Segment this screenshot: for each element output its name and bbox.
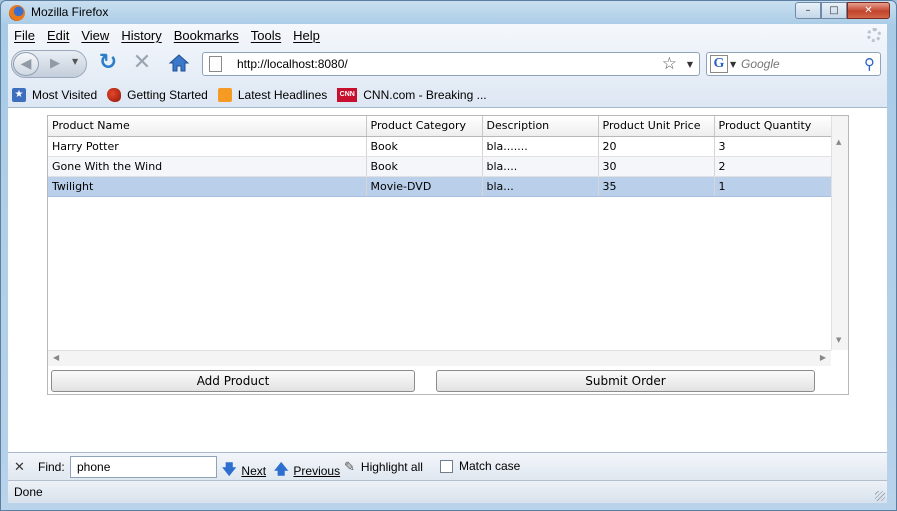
highlight-all-button[interactable]: ✎ Highlight all bbox=[344, 459, 423, 475]
title-bar: Mozilla Firefox – □ ✕ bbox=[1, 1, 896, 25]
grid-header-row: Product Name Product Category Descriptio… bbox=[48, 116, 832, 137]
match-case-label: Match case bbox=[459, 459, 521, 473]
column-header[interactable]: Product Category bbox=[366, 116, 483, 137]
close-icon[interactable]: ✕ bbox=[14, 459, 25, 475]
scroll-right-icon[interactable]: ▶ bbox=[820, 353, 826, 362]
horizontal-scrollbar[interactable]: ◀ ▶ bbox=[48, 350, 831, 366]
cell-description: bla....... bbox=[482, 136, 599, 157]
bookmark-latest-headlines[interactable]: Latest Headlines bbox=[217, 88, 328, 102]
most-visited-icon: ★ bbox=[12, 88, 26, 102]
cell-description: bla.... bbox=[482, 156, 599, 177]
cell-product-category: Movie-DVD bbox=[366, 176, 483, 197]
page-content: Product Name Product Category Descriptio… bbox=[8, 108, 887, 452]
highlight-all-label: Highlight all bbox=[360, 460, 423, 474]
cell-product-name: Gone With the Wind bbox=[48, 156, 367, 177]
menu-view[interactable]: View bbox=[75, 26, 115, 46]
resize-grip-icon[interactable] bbox=[875, 491, 885, 501]
reload-icon[interactable]: ↻ bbox=[96, 52, 120, 76]
back-forward-group: ◀ ▶ ▼ bbox=[11, 50, 87, 78]
window-title: Mozilla Firefox bbox=[31, 5, 109, 19]
cell-unit-price: 20 bbox=[598, 136, 715, 157]
column-header[interactable]: Description bbox=[482, 116, 599, 137]
url-bar[interactable]: http://localhost:8080/ ☆ ▼ bbox=[202, 52, 700, 76]
url-text: http://localhost:8080/ bbox=[237, 57, 348, 71]
cell-quantity: 1 bbox=[714, 176, 832, 197]
status-text: Done bbox=[14, 485, 43, 499]
cell-unit-price: 30 bbox=[598, 156, 715, 177]
find-input[interactable] bbox=[70, 456, 217, 478]
star-icon[interactable]: ☆ bbox=[662, 54, 677, 74]
minimize-button[interactable]: – bbox=[795, 2, 821, 19]
vertical-scrollbar[interactable]: ▲ ▼ bbox=[831, 116, 848, 350]
forward-icon[interactable]: ▶ bbox=[44, 55, 66, 73]
url-dropdown-icon[interactable]: ▼ bbox=[687, 60, 693, 69]
match-case-checkbox[interactable]: Match case bbox=[440, 459, 520, 473]
submit-order-button[interactable]: Submit Order bbox=[436, 370, 815, 392]
status-bar: Done bbox=[8, 480, 887, 503]
bookmarks-toolbar: ★ Most Visited Getting Started Latest He… bbox=[8, 84, 887, 106]
column-header[interactable]: Product Name bbox=[48, 116, 367, 137]
menu-help[interactable]: Help bbox=[287, 26, 326, 46]
scroll-up-icon[interactable]: ▲ bbox=[836, 138, 841, 146]
home-icon[interactable] bbox=[168, 53, 192, 75]
cell-quantity: 3 bbox=[714, 136, 832, 157]
cell-product-name: Harry Potter bbox=[48, 136, 367, 157]
product-grid-panel: Product Name Product Category Descriptio… bbox=[47, 115, 849, 395]
menu-bookmarks[interactable]: Bookmarks bbox=[168, 26, 245, 46]
cell-product-category: Book bbox=[366, 136, 483, 157]
bookmark-label: Most Visited bbox=[32, 88, 98, 102]
pencil-icon: ✎ bbox=[344, 459, 355, 474]
close-window-button[interactable]: ✕ bbox=[847, 2, 890, 19]
bookmark-label: Latest Headlines bbox=[237, 88, 328, 102]
cnn-icon: CNN bbox=[337, 88, 358, 102]
throbber-icon bbox=[867, 28, 881, 42]
rss-icon bbox=[217, 88, 232, 102]
scroll-down-icon[interactable]: ▼ bbox=[836, 336, 841, 344]
page-icon bbox=[209, 56, 222, 72]
history-dropdown-icon[interactable]: ▼ bbox=[72, 57, 78, 66]
cell-description: bla... bbox=[482, 176, 599, 197]
table-row[interactable]: Harry Potter Book bla....... 20 3 bbox=[48, 136, 832, 157]
bookmark-label: CNN.com - Breaking ... bbox=[363, 88, 487, 102]
bookmark-cnn[interactable]: CNN CNN.com - Breaking ... bbox=[337, 88, 487, 102]
product-grid: Product Name Product Category Descriptio… bbox=[48, 116, 832, 197]
add-product-button[interactable]: Add Product bbox=[51, 370, 415, 392]
search-bar: G ▼ ⚲ bbox=[706, 52, 881, 76]
engine-dropdown-icon[interactable]: ▼ bbox=[730, 60, 736, 69]
table-row-selected[interactable]: Twilight Movie-DVD bla... 35 1 bbox=[48, 176, 832, 197]
browser-chrome: File Edit View History Bookmarks Tools H… bbox=[8, 24, 887, 108]
cell-unit-price: 35 bbox=[598, 176, 715, 197]
column-header[interactable]: Product Quantity bbox=[714, 116, 832, 137]
stop-icon[interactable]: ✕ bbox=[130, 52, 154, 76]
column-header[interactable]: Product Unit Price bbox=[598, 116, 715, 137]
cell-quantity: 2 bbox=[714, 156, 832, 177]
bookmark-most-visited[interactable]: ★ Most Visited bbox=[12, 88, 97, 102]
navigation-toolbar: ◀ ▶ ▼ ↻ ✕ http://localhost:8080/ ☆ ▼ G ▼… bbox=[8, 48, 887, 80]
checkbox-box[interactable] bbox=[440, 459, 453, 473]
firefox-logo-icon bbox=[107, 88, 122, 102]
scroll-left-icon[interactable]: ◀ bbox=[53, 353, 59, 362]
table-row[interactable]: Gone With the Wind Book bla.... 30 2 bbox=[48, 156, 832, 177]
menu-file[interactable]: File bbox=[8, 26, 41, 46]
firefox-icon bbox=[9, 5, 25, 21]
search-input[interactable] bbox=[741, 57, 851, 71]
find-next-label: Next bbox=[241, 464, 267, 478]
bookmark-label: Getting Started bbox=[127, 88, 208, 102]
menu-edit[interactable]: Edit bbox=[41, 26, 75, 46]
bookmark-getting-started[interactable]: Getting Started bbox=[107, 88, 208, 102]
window-controls: – □ ✕ bbox=[795, 2, 890, 19]
find-label: Find: bbox=[38, 460, 65, 474]
cell-product-name: Twilight bbox=[48, 176, 367, 197]
search-icon[interactable]: ⚲ bbox=[864, 55, 875, 73]
menu-bar: File Edit View History Bookmarks Tools H… bbox=[8, 26, 326, 46]
find-bar: ✕ Find: 🡇 Next 🡅 Previous ✎ Highlight al… bbox=[8, 452, 887, 480]
maximize-button[interactable]: □ bbox=[821, 2, 847, 19]
back-icon[interactable]: ◀ bbox=[13, 52, 39, 76]
google-engine-icon[interactable]: G bbox=[710, 55, 728, 73]
cell-product-category: Book bbox=[366, 156, 483, 177]
menu-history[interactable]: History bbox=[115, 26, 167, 46]
menu-tools[interactable]: Tools bbox=[245, 26, 287, 46]
find-previous-label: Previous bbox=[293, 464, 341, 478]
